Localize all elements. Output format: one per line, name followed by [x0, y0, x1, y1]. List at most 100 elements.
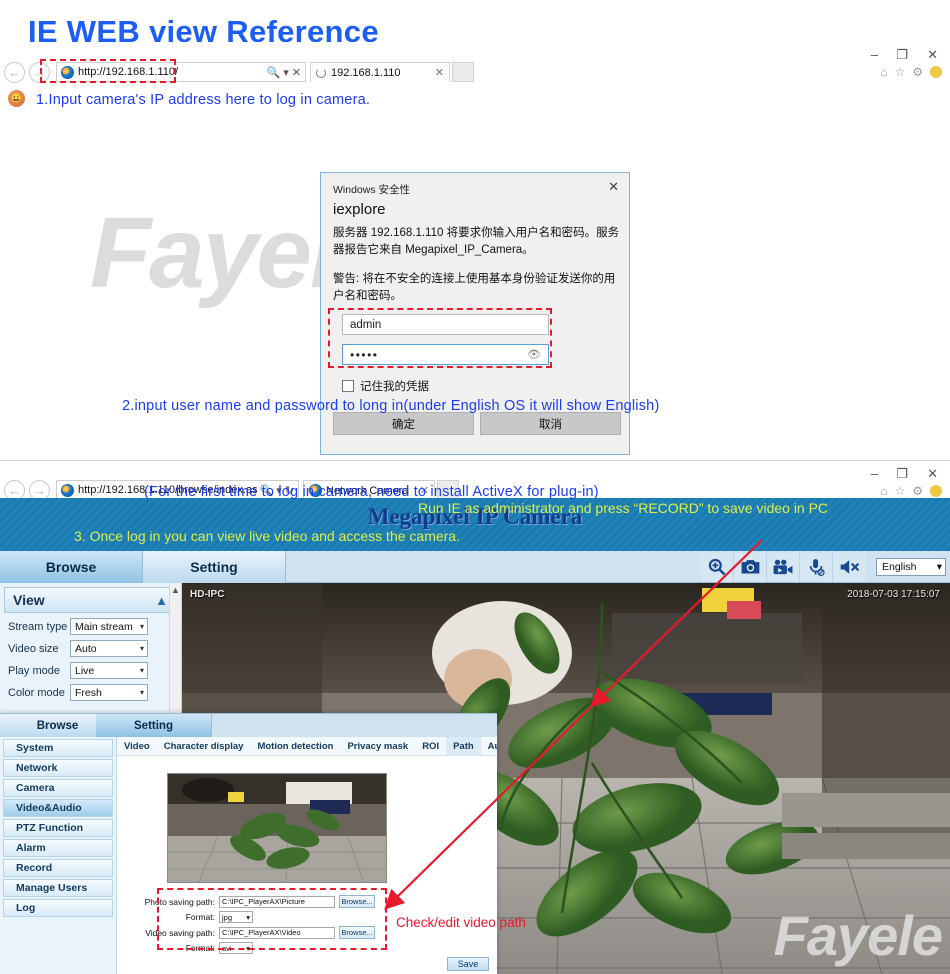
photo-browse-button[interactable]: Browse... [339, 895, 375, 908]
subtab-path[interactable]: Path [446, 737, 481, 755]
minimize-button-2[interactable]: – [871, 467, 878, 480]
sidebar-item-system[interactable]: System [3, 739, 113, 757]
settings-main-tabbar: Browse Setting [0, 714, 497, 737]
maximize-button-2[interactable]: ❐ [896, 467, 908, 480]
zoom-in-icon[interactable] [701, 552, 734, 582]
dialog-warning-text: 警告: 将在不安全的连接上使用基本身份验证发送你的用户名和密码。 [333, 273, 616, 302]
remember-credentials-row[interactable]: 记住我的凭据 [342, 378, 429, 394]
video-browse-button[interactable]: Browse... [339, 926, 375, 939]
close-tab-icon[interactable]: ✕ [435, 66, 444, 79]
subtab-audio[interactable]: Audio [481, 737, 497, 755]
subtab-video[interactable]: Video [117, 737, 157, 755]
color-mode-select[interactable]: Fresh ▾ [70, 684, 148, 701]
search-icon[interactable]: 🔍 [267, 66, 281, 79]
cancel-button[interactable]: 取消 [480, 412, 621, 435]
feedback-smiley-icon[interactable] [930, 66, 942, 78]
view-panel-title: View [13, 592, 45, 608]
settings-sidebar: System Network Camera Video&Audio PTZ Fu… [0, 737, 117, 974]
gear-icon[interactable]: ⚙ [912, 66, 923, 78]
favorites-star-icon-2[interactable]: ☆ [894, 485, 905, 497]
annotation-step3: 3. Once log in you can view live video a… [74, 528, 460, 544]
address-bar-url: http://192.168.1.110/ [78, 66, 179, 78]
settings-tab-setting[interactable]: Setting [96, 714, 212, 737]
favorites-star-icon[interactable]: ☆ [894, 66, 905, 78]
subtab-character-display-label: Character display [163, 740, 244, 752]
sidebar-item-record[interactable]: Record [3, 859, 113, 877]
view-panel-header[interactable]: View ▲ [4, 587, 177, 613]
sidebar-item-alarm[interactable]: Alarm [3, 839, 113, 857]
ie-logo-icon [61, 65, 74, 79]
sidebar-item-video-audio[interactable]: Video&Audio [3, 799, 113, 817]
dialog-buttons: 确定 取消 [333, 412, 621, 435]
username-input[interactable]: admin [342, 314, 549, 335]
sidebar-item-camera-label: Camera [16, 782, 55, 794]
color-mode-value: Fresh [75, 686, 102, 699]
save-button[interactable]: Save [447, 957, 489, 971]
sidebar-item-alarm-label: Alarm [16, 842, 46, 854]
ok-button[interactable]: 确定 [333, 412, 474, 435]
subtab-privacy-mask[interactable]: Privacy mask [340, 737, 415, 755]
annotation-activex: (For the first time to log in camera, ne… [144, 484, 599, 500]
gear-icon-2[interactable]: ⚙ [912, 485, 923, 497]
back-button[interactable]: ← [4, 61, 25, 83]
dialog-body-text: 服务器 192.168.1.110 将要求你输入用户名和密码。服务器报告它来自 … [333, 227, 620, 256]
close-button[interactable]: ✕ [927, 48, 938, 61]
video-path-input[interactable]: C:\IPC_PlayerAX\Video [219, 926, 335, 939]
username-value: admin [350, 318, 382, 331]
stream-type-select[interactable]: Main stream ▾ [70, 618, 148, 635]
remember-checkbox[interactable] [342, 380, 354, 392]
speaker-muted-icon[interactable] [833, 552, 866, 582]
video-size-select[interactable]: Auto ▾ [70, 640, 148, 657]
subtab-motion-detection[interactable]: Motion detection [250, 737, 340, 755]
address-bar-top[interactable]: http://192.168.1.110/ 🔍 ▾ ✕ [56, 62, 306, 82]
dialog-close-icon[interactable]: ✕ [608, 179, 619, 195]
chevron-down-icon-lang: ▾ [936, 561, 942, 573]
photo-format-select[interactable]: jpg ▾ [219, 911, 253, 923]
scroll-up-icon[interactable]: ▲ [170, 583, 181, 595]
password-input[interactable]: ••••• 👁 [342, 344, 549, 365]
microphone-muted-icon[interactable] [800, 552, 833, 582]
annotation-step1: 1.Input camera's IP address here to log … [36, 92, 371, 108]
record-icon[interactable] [767, 552, 800, 582]
chevron-down-icon[interactable]: ▾ [283, 66, 289, 79]
photo-path-input[interactable]: C:\IPC_PlayerAX\Picture [219, 895, 335, 908]
sidebar-item-ptz-function[interactable]: PTZ Function [3, 819, 113, 837]
reveal-password-icon[interactable]: 👁 [527, 348, 541, 361]
annotation-record-note: Run IE as administrator and press “RECOR… [418, 500, 829, 516]
field-video-size: Video size Auto ▾ [8, 640, 181, 657]
home-icon-2[interactable]: ⌂ [880, 485, 887, 497]
tab-setting[interactable]: Setting [143, 551, 286, 583]
sidebar-item-camera[interactable]: Camera [3, 779, 113, 797]
minimize-button[interactable]: – [871, 48, 878, 61]
stop-icon[interactable]: ✕ [292, 66, 301, 79]
feedback-smiley-icon-2[interactable] [930, 485, 942, 497]
dialog-title: Windows 安全性 [333, 184, 411, 196]
maximize-button[interactable]: ❐ [896, 48, 908, 61]
subtab-roi[interactable]: ROI [415, 737, 446, 755]
tab-browse[interactable]: Browse [0, 551, 143, 583]
chevron-down-icon-stream: ▾ [139, 622, 144, 631]
play-mode-label: Play mode [8, 664, 60, 677]
chevron-down-icon-size: ▾ [139, 644, 144, 653]
subtab-character-display[interactable]: Character display [157, 737, 251, 755]
sidebar-item-network[interactable]: Network [3, 759, 113, 777]
sidebar-item-manage-users[interactable]: Manage Users [3, 879, 113, 897]
sidebar-item-log[interactable]: Log [3, 899, 113, 917]
home-icon[interactable]: ⌂ [880, 66, 887, 78]
snapshot-icon[interactable] [734, 552, 767, 582]
field-stream-type: Stream type Main stream ▾ [8, 618, 181, 635]
dialog-app-name: iexplore [333, 201, 386, 218]
sidebar-item-log-label: Log [16, 902, 36, 914]
forward-button[interactable]: → [29, 61, 50, 83]
video-format-select[interactable]: avi ▾ [219, 942, 253, 954]
language-select[interactable]: English ▾ [876, 558, 946, 576]
language-value: English [882, 561, 917, 573]
video-format-value: avi [222, 943, 232, 953]
chevron-up-icon[interactable]: ▲ [155, 593, 168, 608]
new-tab-button[interactable] [452, 62, 474, 82]
browser-tab[interactable]: 192.168.1.110 ✕ [310, 62, 450, 82]
sidebar-item-record-label: Record [16, 862, 53, 874]
close-button-2[interactable]: ✕ [927, 467, 938, 480]
play-mode-select[interactable]: Live ▾ [70, 662, 148, 679]
stream-type-label: Stream type [8, 620, 68, 633]
